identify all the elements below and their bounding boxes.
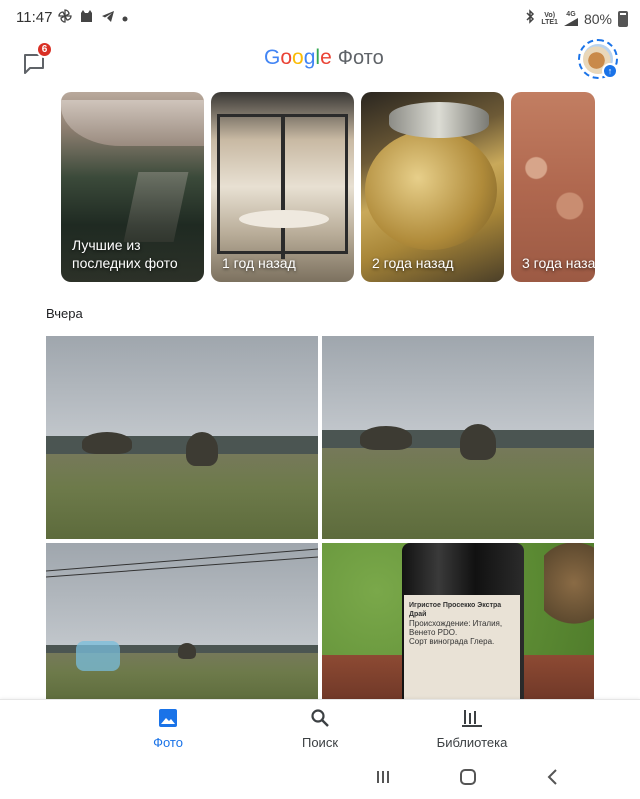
photo-icon — [158, 706, 178, 730]
memory-thumbnail — [61, 100, 204, 146]
back-button[interactable] — [541, 765, 565, 789]
nav-search[interactable]: Поиск — [260, 706, 380, 754]
back-icon — [547, 769, 557, 785]
lte-text: LTE1 — [541, 19, 558, 26]
memories-carousel[interactable]: Лучшие из последних фото 1 год назад 2 г… — [0, 92, 640, 284]
battery-icon — [618, 11, 628, 27]
status-right: Vo) LTE1 4G 80% — [525, 9, 628, 29]
bottom-navigation: Фото Поиск Библиотека — [0, 699, 640, 755]
signal-icon — [563, 17, 578, 26]
memory-label: Лучшие из последних фото — [72, 237, 178, 271]
bottle-label: Игристое Просекко Экстра Драй Происхожде… — [404, 595, 520, 703]
bluetooth-icon — [525, 9, 535, 29]
photo-thumbnail[interactable] — [322, 336, 594, 539]
label-line: Происхождение: Италия, Венето PDO. — [409, 619, 503, 637]
system-navigation-bar — [0, 755, 640, 799]
logo-letter: G — [264, 46, 281, 69]
account-avatar-button[interactable]: ↑ — [578, 39, 618, 79]
nav-label: Фото — [153, 735, 183, 750]
status-time: 11:47 — [16, 9, 53, 26]
date-section-title: Вчера — [46, 306, 83, 321]
product-name: Фото — [337, 47, 384, 69]
home-icon — [460, 769, 476, 785]
app-logo: Google Фото — [264, 46, 384, 70]
label-line: Сорт винограда Глера. — [409, 637, 495, 646]
status-notification-icons — [58, 9, 128, 26]
pinwheel-icon — [58, 9, 72, 26]
memory-label: 3 года назад — [522, 255, 595, 271]
logo-letter: e — [320, 46, 332, 69]
photo-thumbnail[interactable] — [46, 336, 318, 539]
network-type-text: 4G — [566, 10, 576, 18]
status-bar: 11:47 Vo) LTE1 4G 80% — [0, 0, 640, 36]
logo-letter: g — [303, 46, 316, 69]
app-header: 6 Google Фото ↑ — [0, 36, 640, 84]
recent-apps-icon — [377, 771, 389, 783]
photo-thumbnail[interactable] — [46, 543, 318, 703]
search-icon — [310, 706, 330, 730]
battery-percent: 80% — [583, 11, 612, 27]
cat-icon — [79, 9, 94, 26]
watermark-logo — [76, 641, 120, 671]
telegram-icon — [101, 10, 115, 26]
library-icon — [461, 706, 483, 730]
recent-apps-button[interactable] — [371, 765, 395, 789]
nav-library[interactable]: Библиотека — [412, 706, 532, 754]
logo-letter: o — [292, 46, 304, 69]
memory-card[interactable]: 2 года назад — [361, 92, 504, 282]
nav-label: Библиотека — [436, 735, 508, 750]
memory-card[interactable]: Лучшие из последних фото — [61, 92, 204, 282]
volte-indicator: Vo) LTE1 — [541, 12, 558, 26]
nav-label: Поиск — [301, 735, 339, 750]
volte-text: Vo) — [544, 12, 556, 19]
notification-badge: 6 — [36, 41, 53, 58]
home-button[interactable] — [456, 765, 480, 789]
memory-label: 2 года назад — [372, 255, 454, 271]
more-notifications-dot-icon — [122, 10, 128, 25]
messages-button[interactable]: 6 — [20, 41, 53, 78]
memory-label: 1 год назад — [222, 255, 296, 271]
google-wordmark: Google — [264, 46, 332, 70]
memory-card[interactable]: 3 года назад — [511, 92, 595, 282]
nav-photos[interactable]: Фото — [108, 706, 228, 754]
memory-thumbnail — [365, 130, 497, 250]
logo-letter: o — [280, 46, 293, 69]
label-line: Игристое Просекко Экстра Драй — [409, 602, 502, 618]
memory-card[interactable]: 1 год назад — [211, 92, 354, 282]
upload-arrow-icon: ↑ — [602, 63, 618, 79]
signal-indicator: 4G — [563, 10, 578, 28]
power-lines — [46, 548, 318, 578]
photo-thumbnail[interactable]: Игристое Просекко Экстра Драй Происхожде… — [322, 543, 594, 703]
